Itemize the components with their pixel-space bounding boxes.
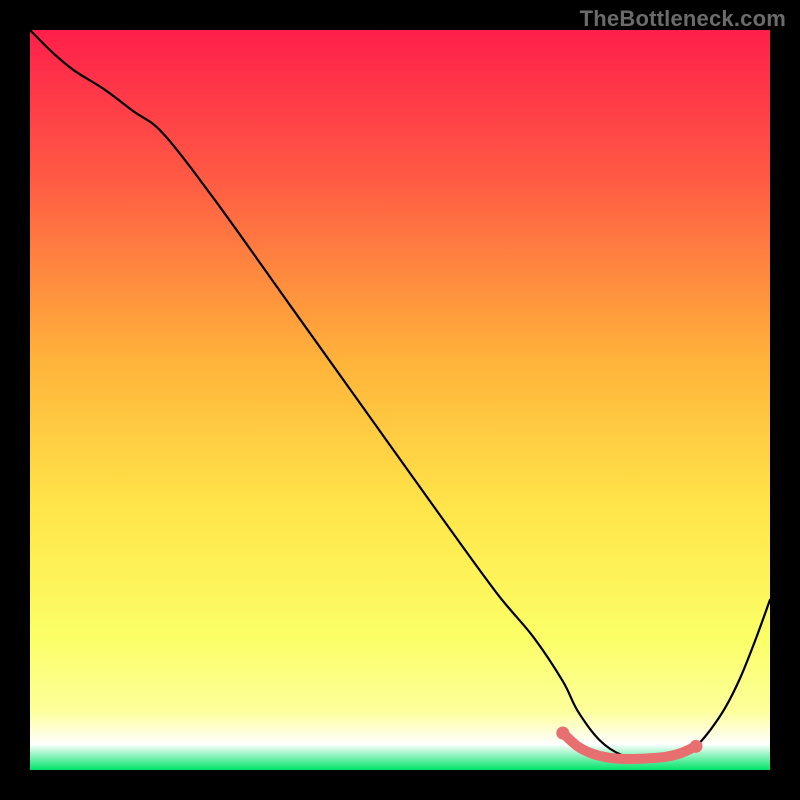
highlight-end-marker [690,740,703,753]
highlight-end-marker [556,727,569,740]
gradient-background [30,30,770,770]
chart-container: TheBottleneck.com [0,0,800,800]
watermark-label: TheBottleneck.com [580,6,786,32]
chart-svg [30,30,770,770]
plot-area [30,30,770,770]
